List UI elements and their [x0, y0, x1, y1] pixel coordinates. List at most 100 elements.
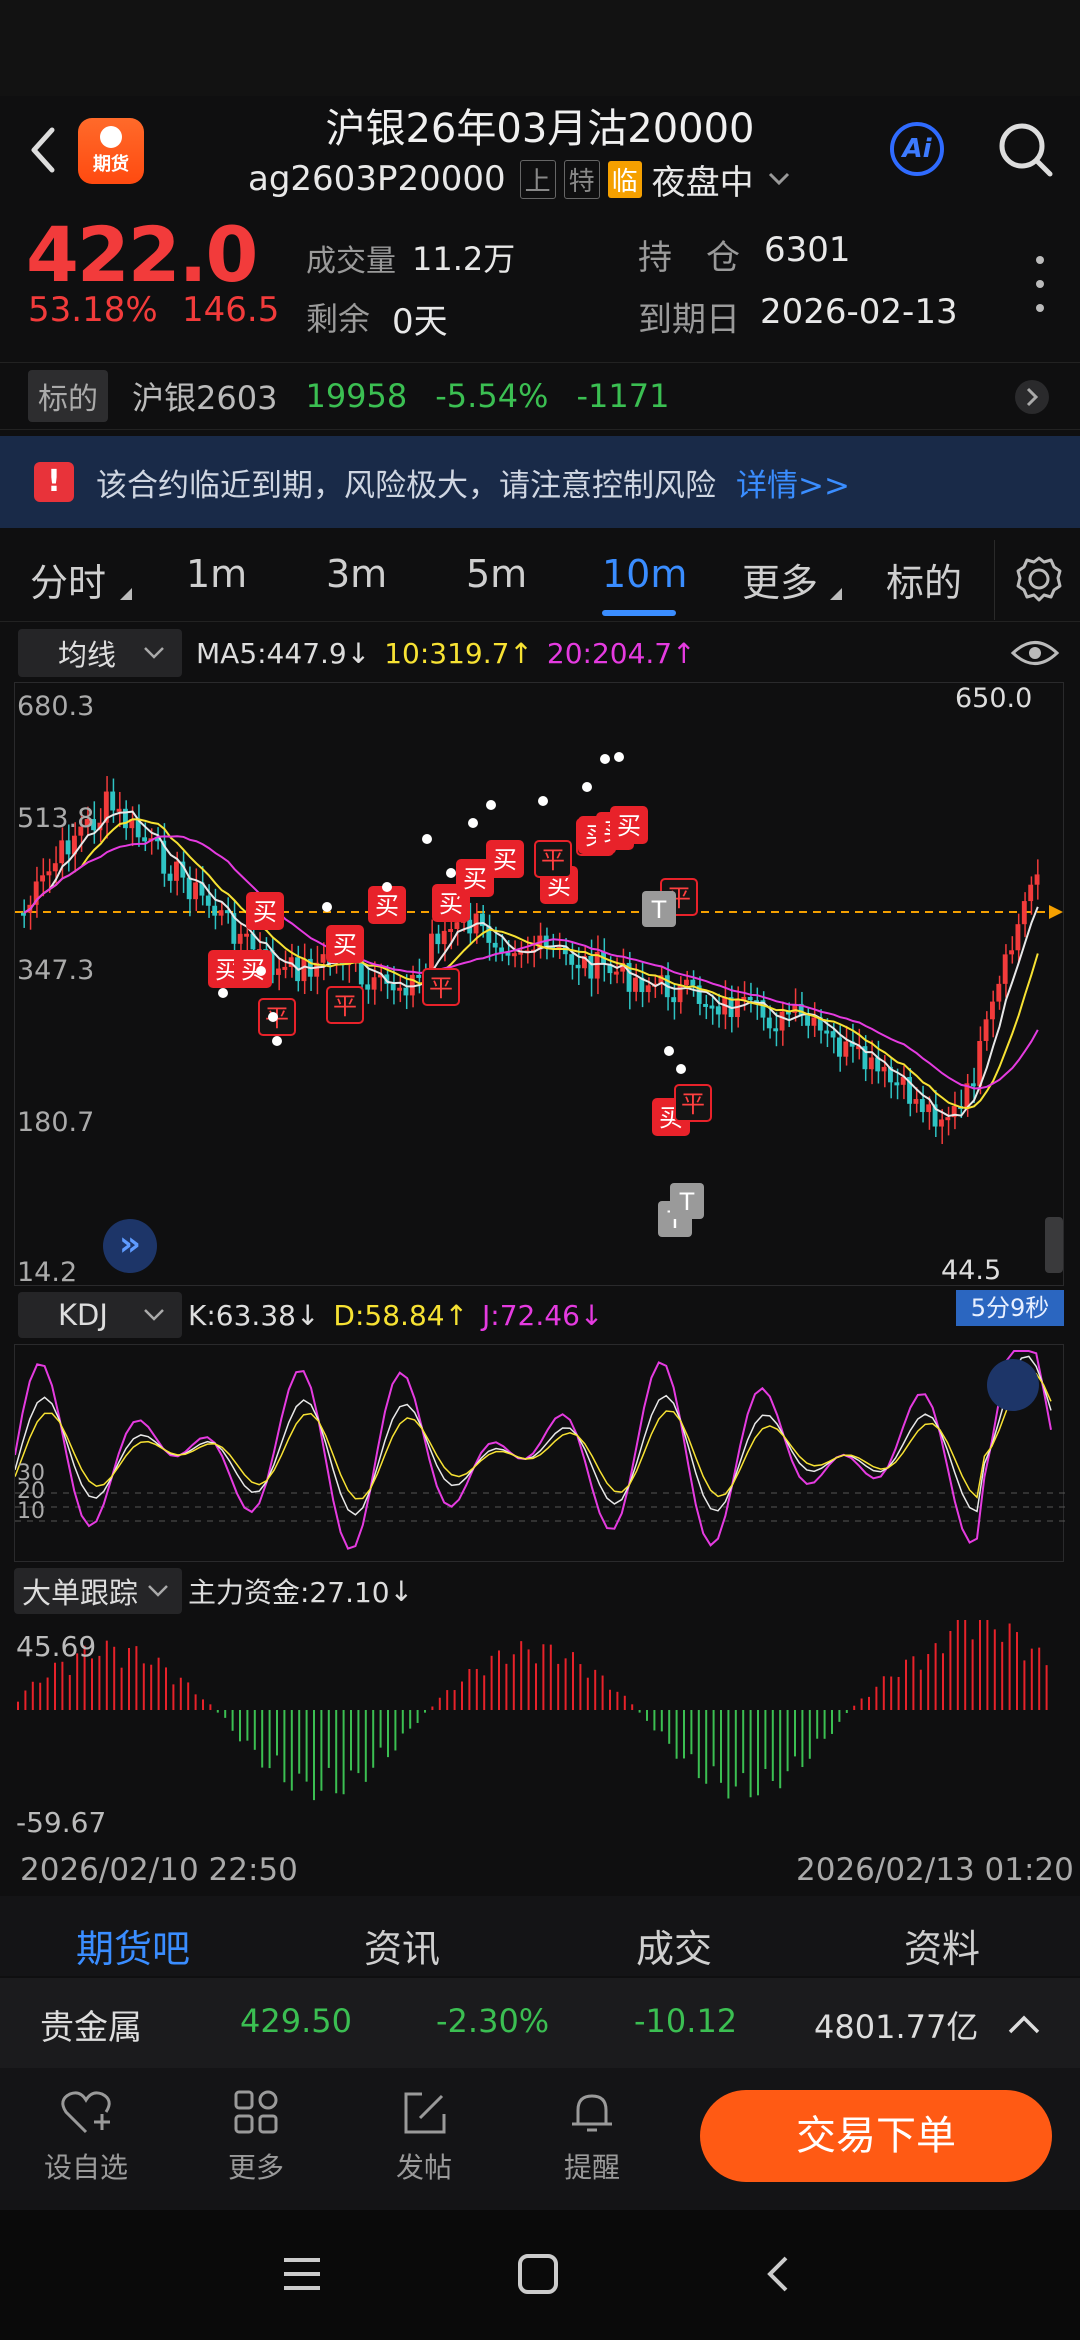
post-button[interactable]: 发帖: [374, 2088, 474, 2186]
candle-body: [715, 1006, 721, 1015]
candle-body: [212, 905, 218, 916]
fast-forward-button[interactable]: »: [103, 1219, 157, 1273]
down-arrow-icon: ↓: [389, 1574, 414, 1608]
buy-marker-label: 买: [375, 892, 399, 920]
tab-1m[interactable]: 1m: [186, 552, 247, 596]
tab-news[interactable]: 资讯: [364, 1918, 440, 1973]
period-tabs: 分时 1m 3m 5m 10m 更多 标的: [0, 540, 1080, 622]
signal-dot: [468, 818, 478, 828]
candle-body: [913, 1099, 919, 1104]
home-icon[interactable]: [516, 2252, 560, 2296]
buy-marker: 买: [368, 886, 406, 924]
back-nav-icon[interactable]: [758, 2252, 798, 2296]
tab-10m[interactable]: 10m: [602, 552, 687, 596]
settings-gear-icon[interactable]: [1014, 552, 1064, 606]
candle-body: [709, 1005, 715, 1009]
sector-bar[interactable]: 贵金属 429.50 -2.30% -10.12 4801.77亿: [0, 1978, 1080, 2068]
underlying-change: -1171: [576, 377, 670, 415]
y-label-3: 347.3: [17, 955, 95, 986]
tab-futures-forum[interactable]: 期货吧: [76, 1918, 190, 1973]
sector-percent: -2.30%: [436, 2002, 550, 2040]
warning-icon: !: [34, 462, 74, 502]
close-marker-label: 平: [333, 992, 357, 1020]
candle-body: [805, 1015, 810, 1026]
candlestick-chart[interactable]: 买买平买买平买平买买买买平平买买买买平平TTT 680.3 513.8 347.…: [14, 682, 1065, 1288]
tab-underlying[interactable]: 标的: [886, 552, 962, 607]
candle-body: [205, 895, 211, 906]
kebab-menu-icon: [1036, 256, 1044, 312]
buy-marker-label: 买: [333, 931, 357, 959]
kdj-selector[interactable]: KDJ: [18, 1292, 182, 1338]
side-drawer-handle[interactable]: [1045, 1217, 1063, 1273]
kdj-canvas: [15, 1350, 1065, 1550]
search-button[interactable]: [996, 120, 1056, 180]
ma-selector[interactable]: 均线: [18, 629, 182, 677]
warning-details-link[interactable]: 详情>>: [736, 460, 850, 505]
y-label-4: 180.7: [17, 1107, 95, 1138]
candle-body: [1009, 950, 1014, 955]
change-percent: 53.18%: [28, 290, 158, 330]
candle-body: [511, 953, 517, 957]
contract-info-row[interactable]: ag2603P20000 上 特 临 夜盘中: [248, 154, 794, 204]
change-value: 146.5: [182, 290, 280, 330]
signal-dot: [382, 882, 392, 892]
candle-body: [868, 1057, 874, 1070]
candle-body: [1028, 884, 1034, 902]
tab-fenshi[interactable]: 分时: [30, 552, 106, 607]
kdj-chart[interactable]: 30 20 10: [14, 1344, 1065, 1562]
grid-icon: [234, 2090, 278, 2134]
kdj-signal-icon: [987, 1359, 1039, 1411]
tab-profile[interactable]: 资料: [904, 1918, 980, 1973]
candle-body: [569, 954, 575, 965]
risk-warning-banner[interactable]: ! 该合约临近到期，风险极大，请注意控制风险 详情>>: [0, 436, 1080, 528]
heart-add-icon: [61, 2091, 111, 2134]
trade-order-button[interactable]: 交易下单: [700, 2090, 1052, 2182]
capital-flow-canvas: [17, 1620, 1048, 1801]
more-button[interactable]: 更多: [206, 2088, 306, 2186]
ai-button[interactable]: Ai: [890, 122, 944, 176]
candle-body: [142, 837, 147, 842]
candle-body: [435, 933, 441, 945]
flow-max-label: 45.69: [16, 1630, 97, 1663]
ma-indicator-row: 均线 MA5:447.9 ↓ 10:319.7 ↑ 20:204.7 ↑: [0, 626, 1080, 680]
buy-marker: 买: [326, 925, 364, 963]
tab-3m[interactable]: 3m: [326, 552, 387, 596]
main-capital-value: 主力资金:27.10: [188, 1576, 390, 1609]
candle-body: [945, 1117, 951, 1121]
tab-corner-icon: [120, 588, 132, 600]
last-price-pointer: [1049, 905, 1063, 919]
recent-apps-icon[interactable]: [280, 2254, 324, 2294]
candle-body: [218, 910, 224, 916]
tag-te: 特: [563, 159, 600, 199]
candle-body: [843, 1041, 849, 1057]
eye-icon[interactable]: [1010, 636, 1060, 670]
close-marker: 平: [326, 986, 364, 1024]
candle-body: [1002, 954, 1008, 984]
candle-body: [365, 984, 371, 990]
candle-body: [824, 1030, 830, 1034]
candle-body: [40, 875, 45, 882]
chevron-up-icon: [1008, 2015, 1040, 2034]
candle-body: [690, 979, 696, 986]
tab-trades[interactable]: 成交: [636, 1918, 712, 1973]
kdj-k-value: K:63.38: [188, 1298, 296, 1332]
alert-button[interactable]: 提醒: [542, 2088, 642, 2186]
capital-flow-chart[interactable]: 45.69 -59.67: [14, 1620, 1064, 1842]
sector-amount: 4801.77亿: [814, 2008, 979, 2046]
back-arrow-icon: [31, 127, 55, 173]
tab-more[interactable]: 更多: [742, 552, 818, 607]
tab-5m[interactable]: 5m: [466, 552, 527, 596]
flow-selector[interactable]: 大单跟踪: [14, 1568, 182, 1614]
add-watchlist-button[interactable]: 设自选: [36, 2088, 136, 2186]
back-button[interactable]: [22, 118, 62, 178]
candle-body: [970, 1083, 976, 1087]
up-arrow-icon: ↑: [509, 636, 533, 670]
candle-body: [996, 983, 1002, 1002]
flow-indicator-row: 大单跟踪 主力资金:27.10 ↓: [0, 1566, 700, 1616]
underlying-row[interactable]: 标的 沪银2603 19958 -5.54% -1171: [0, 362, 1080, 430]
candle-body: [186, 877, 192, 900]
t-marker-label: T: [651, 896, 667, 924]
candle-body: [193, 882, 198, 900]
more-options-button[interactable]: [1028, 252, 1052, 316]
kdj-indicator-row: KDJ K:63.38 ↓ D:58.84 ↑ J:72.46 ↓: [0, 1290, 950, 1340]
